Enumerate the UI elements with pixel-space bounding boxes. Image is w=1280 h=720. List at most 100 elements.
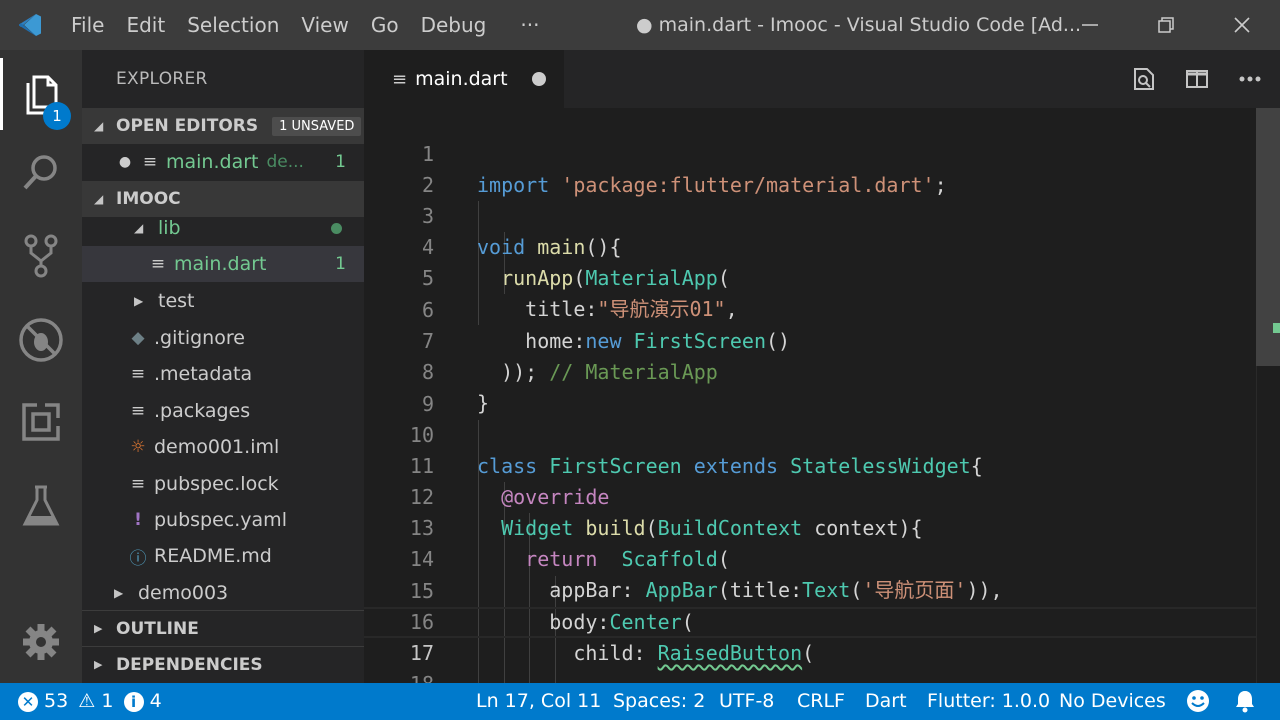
- window-title: ● main.dart - Imooc - Visual Studio Code…: [636, 14, 1082, 36]
- cursor-position[interactable]: Ln 17, Col 11: [476, 683, 601, 720]
- file-demo001-iml[interactable]: ☼ demo001.iml: [82, 429, 364, 465]
- folder-label: demo003: [138, 582, 229, 604]
- chevron-down-icon: ◢: [94, 192, 104, 206]
- menu-go[interactable]: Go: [360, 0, 410, 50]
- indentation[interactable]: Spaces: 2: [613, 683, 705, 720]
- code-line: 6 home:new FirstScreen(): [364, 264, 1256, 353]
- menu-bar: File Edit Selection View Go Debug ···: [60, 0, 550, 50]
- folder-demo003[interactable]: ▶ demo003: [82, 575, 364, 611]
- split-editor-icon: [1186, 70, 1208, 88]
- file-lines-icon: ≡: [130, 401, 146, 421]
- close-window-button[interactable]: [1212, 0, 1272, 50]
- editor-scrollbar[interactable]: [1256, 108, 1280, 683]
- file-gitignore[interactable]: ◆ .gitignore: [82, 320, 364, 356]
- file-label: .metadata: [154, 363, 253, 385]
- more-actions-button[interactable]: [1230, 50, 1270, 108]
- open-editor-item[interactable]: ● ≡ main.dart de... 1: [82, 144, 364, 180]
- explorer-sidebar: EXPLORER ◢ OPEN EDITORS 1 UNSAVED ● ≡ ma…: [82, 50, 364, 683]
- debug-icon: [19, 318, 63, 362]
- file-lines-icon: ≡: [130, 474, 146, 494]
- code-line: 3 void main(){: [364, 170, 1256, 259]
- code-line: 5 title:"导航演示01",: [364, 232, 1256, 321]
- code-line: 2: [364, 139, 1256, 197]
- file-metadata[interactable]: ≡ .metadata: [82, 356, 364, 392]
- problem-count: 1: [335, 152, 346, 172]
- code-line: 7 )); // MaterialApp: [364, 295, 1256, 384]
- unsaved-badge: 1 UNSAVED: [272, 116, 362, 136]
- source-control-icon: [24, 234, 58, 278]
- problems-indicator[interactable]: ✕ 53 ⚠ 1 i 4: [18, 683, 162, 720]
- code-line: 10 class FirstScreen extends StatelessWi…: [364, 389, 1256, 478]
- gear-icon: [23, 624, 59, 660]
- chevron-right-icon: ▶: [114, 586, 124, 600]
- warning-icon: ⚠: [78, 690, 96, 712]
- flutter-version[interactable]: Flutter: 1.0.0: [927, 683, 1050, 720]
- close-icon: [1234, 17, 1250, 33]
- code-line: 11 @override: [364, 420, 1256, 509]
- open-editors-header[interactable]: ◢ OPEN EDITORS 1 UNSAVED: [82, 108, 364, 144]
- file-label: demo001.iml: [154, 436, 280, 458]
- debug-activity[interactable]: [0, 304, 82, 376]
- split-editor-button[interactable]: [1177, 50, 1217, 108]
- restore-button[interactable]: [1136, 0, 1196, 50]
- file-packages[interactable]: ≡ .packages: [82, 393, 364, 429]
- menu-debug[interactable]: Debug: [410, 0, 498, 50]
- language-mode[interactable]: Dart: [865, 683, 907, 720]
- source-control-activity[interactable]: [0, 220, 82, 292]
- outline-header[interactable]: ▶ OUTLINE: [82, 610, 364, 646]
- code-line: 18 ), // RaisedButton: [364, 638, 1256, 683]
- menu-more[interactable]: ···: [509, 0, 550, 50]
- unsaved-dot-icon[interactable]: [532, 72, 546, 86]
- file-label: README.md: [154, 545, 272, 567]
- sidebar-title: EXPLORER: [116, 69, 208, 89]
- menu-view[interactable]: View: [290, 0, 359, 50]
- dependencies-header[interactable]: ▶ DEPENDENCIES: [82, 646, 364, 682]
- menu-file[interactable]: File: [60, 0, 115, 50]
- menu-selection[interactable]: Selection: [176, 0, 290, 50]
- explorer-activity[interactable]: 1: [0, 58, 82, 130]
- chevron-down-icon: ◢: [94, 119, 104, 133]
- search-activity[interactable]: [0, 136, 82, 208]
- code-line: 1 import 'package:flutter/material.dart'…: [364, 108, 1256, 197]
- file-label: .gitignore: [154, 327, 245, 349]
- modified-dot-icon: [331, 222, 342, 234]
- error-icon: ✕: [18, 691, 38, 712]
- chevron-right-icon: ▶: [134, 294, 144, 308]
- file-label: main.dart: [174, 253, 267, 275]
- current-code-line: 17: [364, 607, 1256, 665]
- settings-activity[interactable]: [0, 606, 82, 678]
- open-changes-button[interactable]: [1124, 50, 1164, 108]
- code-editor[interactable]: 1 import 'package:flutter/material.dart'…: [364, 108, 1280, 683]
- chevron-right-icon: ▶: [94, 658, 103, 671]
- chevron-down-icon: ◢: [134, 221, 144, 235]
- extensions-activity[interactable]: [0, 386, 82, 458]
- tab-label: main.dart: [415, 68, 508, 90]
- restore-icon: [1158, 17, 1174, 33]
- file-lines-icon: ≡: [130, 364, 146, 384]
- flask-icon: [22, 485, 60, 526]
- code-line: 4 runApp(MaterialApp(: [364, 201, 1256, 290]
- notifications-button[interactable]: [1234, 689, 1256, 713]
- test-activity[interactable]: [0, 470, 82, 542]
- file-pubspec-yaml[interactable]: ! pubspec.yaml: [82, 502, 364, 538]
- chevron-right-icon: ▶: [94, 622, 103, 635]
- folder-test[interactable]: ▶ test: [82, 283, 364, 319]
- menu-edit[interactable]: Edit: [115, 0, 176, 50]
- encoding[interactable]: UTF-8: [719, 683, 774, 720]
- file-pubspec-lock[interactable]: ≡ pubspec.lock: [82, 466, 364, 502]
- folder-lib[interactable]: ◢ lib: [82, 210, 364, 246]
- file-main-dart[interactable]: ≡ main.dart 1: [82, 246, 364, 282]
- warning-count: 1: [101, 690, 114, 712]
- file-readme[interactable]: ⓘ README.md: [82, 538, 364, 574]
- minimize-button[interactable]: [1060, 0, 1120, 50]
- device-selector[interactable]: No Devices: [1059, 683, 1166, 720]
- code-line: 14 appBar: AppBar(title:Text('导航页面')),: [364, 513, 1256, 602]
- info-count: 4: [149, 690, 162, 712]
- rss-icon: ☼: [130, 437, 146, 457]
- folder-label: lib: [158, 217, 181, 239]
- code-line: 9: [364, 358, 1256, 416]
- exclamation-icon: !: [134, 510, 142, 530]
- feedback-button[interactable]: [1186, 689, 1210, 713]
- tab-main-dart[interactable]: ≡ main.dart: [364, 50, 564, 108]
- line-ending[interactable]: CRLF: [797, 683, 845, 720]
